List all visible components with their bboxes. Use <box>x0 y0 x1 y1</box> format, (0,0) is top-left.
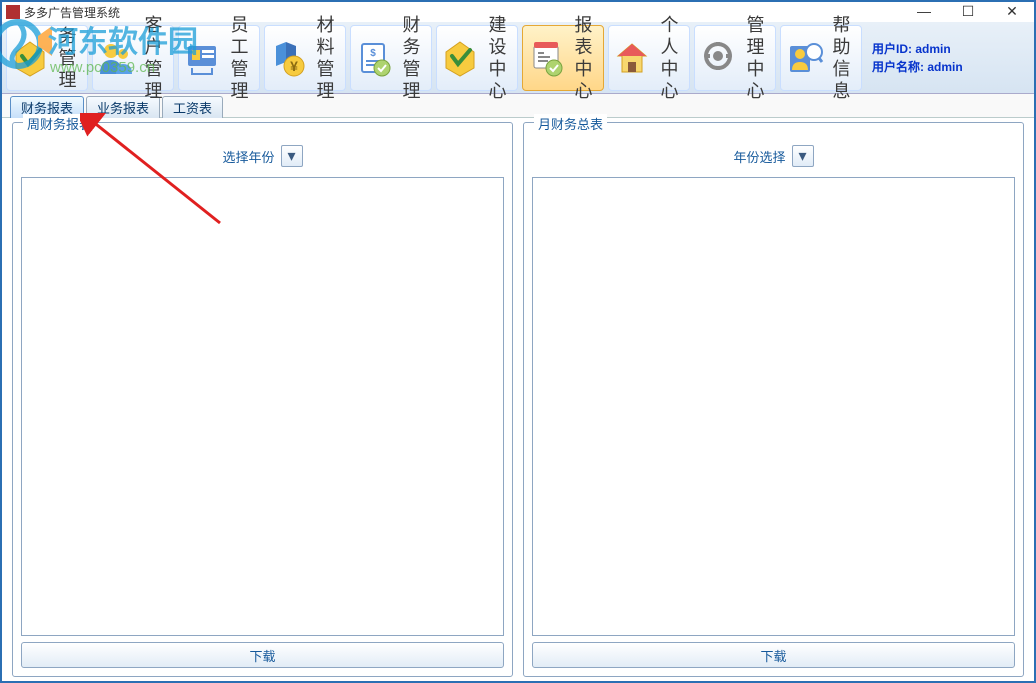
toolbar-label-line2: 信 息 <box>826 58 859 102</box>
toolbar-label-line1: 财 务 <box>396 14 429 58</box>
toolbar-label-line2: 管 理 <box>138 58 171 102</box>
year-dropdown-left[interactable]: ▾ <box>281 145 303 167</box>
toolbar-label-line1: 管 理 <box>740 14 773 58</box>
toolbar-label-line2: 管 理 <box>310 58 343 102</box>
user-name-label: 用户名称: <box>872 60 927 74</box>
year-select-label-right: 年份选择 <box>733 147 785 166</box>
window-controls: — ☐ ✕ <box>902 2 1034 20</box>
year-dropdown-right[interactable]: ▾ <box>792 145 814 167</box>
user-id-value: admin <box>915 42 950 56</box>
chevron-down-icon: ▾ <box>287 146 295 166</box>
panel-title-monthly: 月财务总表 <box>534 114 607 133</box>
toolbar-label-line1: 建 设 <box>482 14 515 58</box>
selector-row-left: 选择年份 ▾ <box>21 137 504 177</box>
toolbar-label-line2: 管 理 <box>224 58 257 102</box>
report-list-right[interactable] <box>532 177 1015 636</box>
window-title: 多多广告管理系统 <box>24 4 120 21</box>
toolbar-label-line2: 中 心 <box>568 58 601 102</box>
toolbar-btn-material-mgmt[interactable]: ¥ 材 料 管 理 <box>264 25 346 91</box>
year-select-label-left: 选择年份 <box>222 147 274 166</box>
app-window: 多多广告管理系统 — ☐ ✕ 务 管 理 客 户 管 理 <box>0 0 1036 683</box>
toolbar-label-line2: 管 理 <box>396 58 429 102</box>
panel-title-weekly: 周财务报表 <box>23 114 96 133</box>
minimize-button[interactable]: — <box>902 2 946 20</box>
user-info: 用户ID: admin 用户名称: admin <box>872 40 963 76</box>
finance-icon: $ <box>353 36 396 80</box>
toolbar-btn-customer-mgmt[interactable]: 客 户 管 理 <box>92 25 174 91</box>
panel-monthly-finance: 月财务总表 年份选择 ▾ 下载 <box>523 122 1024 677</box>
toolbar-btn-report-center[interactable]: 报 表 中 心 <box>522 25 604 91</box>
chevron-down-icon: ▾ <box>798 146 806 166</box>
toolbar-btn-build-center[interactable]: 建 设 中 心 <box>436 25 518 91</box>
toolbar-label-line1: 个 人 <box>654 14 687 58</box>
main-toolbar: 务 管 理 客 户 管 理 员 工 管 理 <box>2 22 1034 94</box>
panel-weekly-finance: 周财务报表 选择年份 ▾ 下载 <box>12 122 513 677</box>
toolbar-label-line2: 中 心 <box>740 58 773 102</box>
toolbar-btn-staff-mgmt[interactable]: 员 工 管 理 <box>178 25 260 91</box>
toolbar-label-line1: 务 <box>58 25 78 47</box>
toolbar-label-line2: 中 心 <box>482 58 515 102</box>
personal-icon <box>611 36 654 80</box>
close-button[interactable]: ✕ <box>990 2 1034 20</box>
toolbar-label-line1: 员 工 <box>224 14 257 58</box>
toolbar-label-line1: 报 表 <box>568 14 601 58</box>
toolbar-btn-help-info[interactable]: 帮 助 信 息 <box>780 25 862 91</box>
svg-text:$: $ <box>371 48 377 59</box>
toolbar-label-line1: 帮 助 <box>826 14 859 58</box>
maximize-button[interactable]: ☐ <box>946 2 990 20</box>
svg-text:¥: ¥ <box>291 58 299 74</box>
user-name-value: admin <box>927 60 962 74</box>
task-icon <box>9 36 52 80</box>
staff-icon <box>181 36 224 80</box>
user-id-label: 用户ID: <box>872 42 915 56</box>
download-button-right[interactable]: 下载 <box>532 642 1015 668</box>
help-icon <box>783 36 826 80</box>
download-button-left[interactable]: 下载 <box>21 642 504 668</box>
build-icon <box>439 36 482 80</box>
content-area: 周财务报表 选择年份 ▾ 下载 月财务总表 年份选择 ▾ 下载 <box>6 122 1030 677</box>
toolbar-btn-task-mgmt[interactable]: 务 管 理 <box>6 25 88 91</box>
customer-icon <box>95 36 138 80</box>
toolbar-btn-personal-center[interactable]: 个 人 中 心 <box>608 25 690 91</box>
app-icon <box>6 5 20 19</box>
toolbar-btn-mgmt-center[interactable]: 管 理 中 心 <box>694 25 776 91</box>
selector-row-right: 年份选择 ▾ <box>532 137 1015 177</box>
toolbar-label-line1: 材 料 <box>310 14 343 58</box>
toolbar-btn-finance-mgmt[interactable]: $ 财 务 管 理 <box>350 25 432 91</box>
report-icon <box>525 36 568 80</box>
toolbar-label-line1: 客 户 <box>138 14 171 58</box>
toolbar-label-line2: 中 心 <box>654 58 687 102</box>
mgmt-icon <box>697 36 740 80</box>
material-icon: ¥ <box>267 36 310 80</box>
toolbar-label-line2: 管 理 <box>52 47 85 91</box>
report-list-left[interactable] <box>21 177 504 636</box>
tab-salary-sheet[interactable]: 工资表 <box>162 96 223 118</box>
